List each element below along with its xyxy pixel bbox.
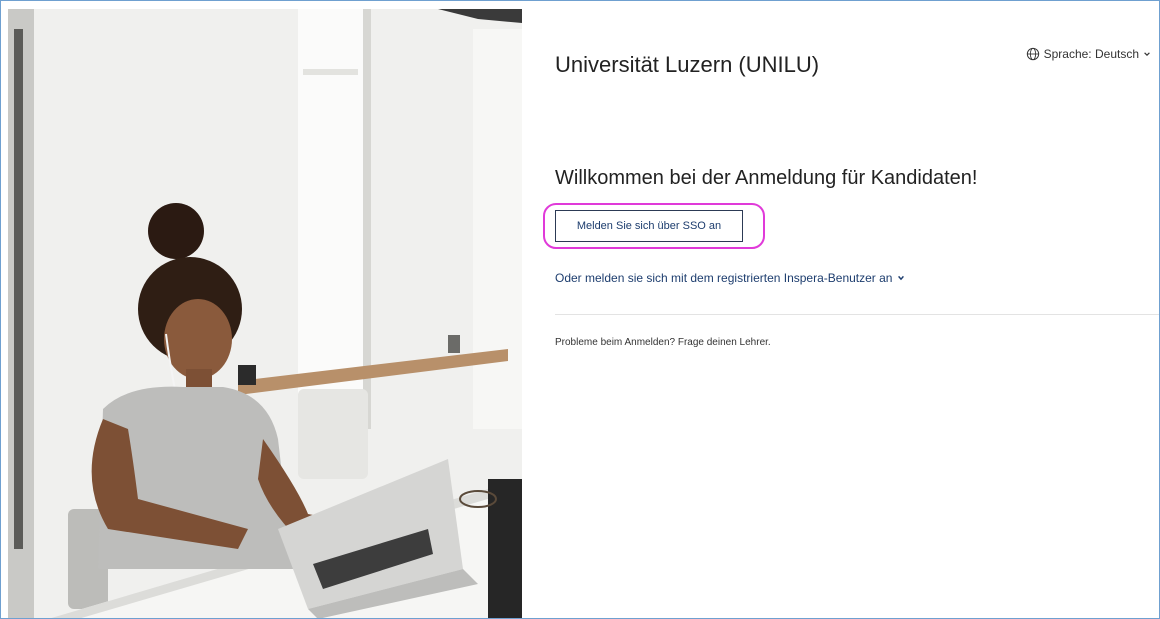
welcome-heading: Willkommen bei der Anmeldung für Kandida… [555,167,978,189]
help-text: Probleme beim Anmelden? Frage deinen Leh… [555,337,771,348]
organization-name: Universität Luzern (UNILU) [555,52,820,77]
alt-login-label: Oder melden sie sich mit dem registriert… [555,271,893,285]
chevron-down-icon [1144,52,1150,57]
login-panel: Sprache: Deutsch Universität Luzern (UNI… [523,9,1159,618]
sso-login-button[interactable]: Melden Sie sich über SSO an [555,210,743,242]
divider [555,314,1159,315]
hero-image [8,9,522,618]
inspera-user-login-toggle[interactable]: Oder melden sie sich mit dem registriert… [555,271,905,285]
page-frame: Sprache: Deutsch Universität Luzern (UNI… [0,0,1160,619]
chevron-down-icon [898,275,905,281]
globe-icon [1026,47,1039,61]
language-selector[interactable]: Sprache: Deutsch [1026,47,1151,61]
language-label: Sprache: Deutsch [1043,47,1139,61]
